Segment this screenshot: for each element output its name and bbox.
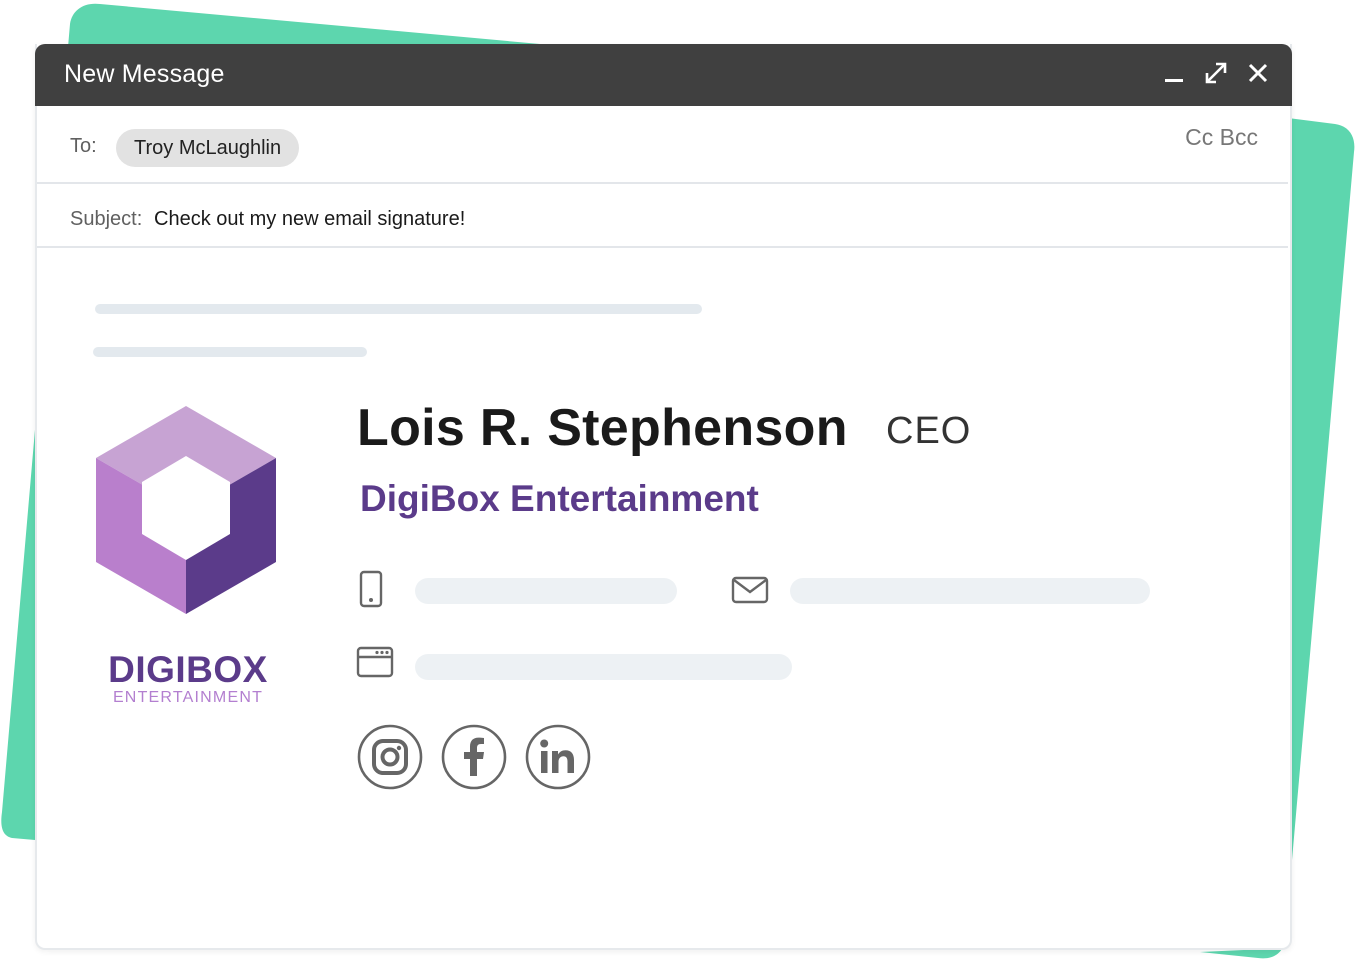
recipient-chip[interactable]: Troy McLaughlin bbox=[116, 129, 300, 167]
subject-input[interactable]: Check out my new email signature! bbox=[154, 208, 465, 231]
subject-field-row[interactable]: Subject: Check out my new email signatur… bbox=[37, 184, 1288, 248]
linkedin-icon[interactable] bbox=[525, 724, 591, 790]
body-text-placeholder bbox=[93, 347, 367, 357]
to-field-row[interactable]: To: Troy McLaughlin Cc Bcc bbox=[37, 106, 1288, 184]
phone-icon bbox=[359, 570, 383, 608]
compose-window: New Message To: Troy McLaughlin Cc Bcc S… bbox=[35, 44, 1292, 950]
subject-label: Subject: bbox=[70, 208, 143, 230]
digibox-logo-icon bbox=[96, 406, 276, 614]
expand-icon[interactable] bbox=[1203, 60, 1229, 86]
email-icon bbox=[731, 576, 769, 604]
website-icon bbox=[356, 646, 394, 678]
logo-brand-sub: ENTERTAINMENT bbox=[112, 689, 264, 706]
body-text-placeholder bbox=[95, 304, 702, 314]
signature-name: Lois R. Stephenson bbox=[357, 399, 848, 457]
cc-bcc-link[interactable]: Cc Bcc bbox=[1185, 124, 1258, 151]
logo-brand-name: DIGIBOX bbox=[108, 649, 268, 690]
email-placeholder bbox=[790, 578, 1150, 604]
minimize-icon[interactable] bbox=[1161, 60, 1187, 86]
phone-placeholder bbox=[415, 578, 677, 604]
website-placeholder bbox=[415, 654, 792, 680]
to-label: To: bbox=[70, 135, 97, 157]
signature-company: DigiBox Entertainment bbox=[360, 478, 759, 519]
signature-title: CEO bbox=[886, 410, 972, 452]
instagram-icon[interactable] bbox=[357, 724, 423, 790]
window-title: New Message bbox=[64, 60, 225, 88]
title-bar: New Message bbox=[35, 44, 1292, 106]
facebook-icon[interactable] bbox=[441, 724, 507, 790]
close-icon[interactable] bbox=[1245, 60, 1271, 86]
